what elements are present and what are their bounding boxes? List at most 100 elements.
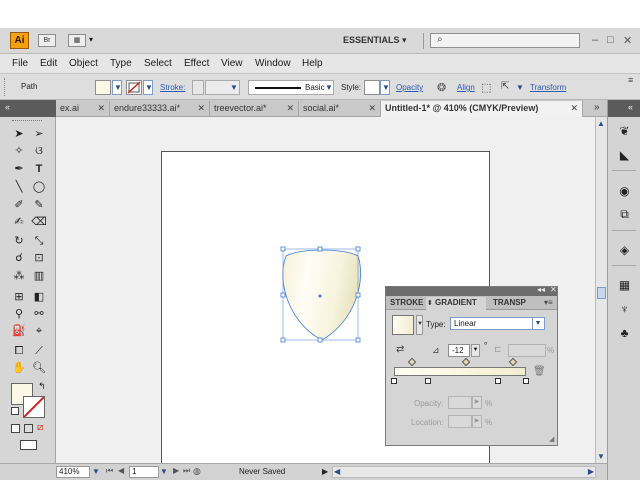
fill-swatch[interactable] (95, 80, 111, 95)
angle-field[interactable]: -12 (448, 344, 470, 357)
graphic-style-swatch[interactable] (364, 80, 380, 95)
menu-window[interactable]: Window (255, 58, 291, 69)
fill-dropdown[interactable]: ▼ (112, 80, 122, 95)
blend-tool-icon[interactable]: ⚯ (31, 307, 47, 321)
reverse-gradient-icon[interactable]: ⇄ (396, 344, 404, 355)
gradient-slider[interactable] (394, 367, 526, 376)
brush-definition-dropdown[interactable]: Basic ▼ (248, 80, 334, 95)
menu-effect[interactable]: Effect (184, 58, 209, 69)
opacity-label[interactable]: Opacity (396, 83, 423, 92)
color-stop[interactable] (495, 378, 501, 384)
search-input[interactable]: ⌕ (430, 33, 580, 48)
close-icon[interactable]: ✕ (550, 285, 557, 294)
zoom-tool-icon[interactable]: 🔍︎ (31, 361, 47, 375)
scroll-down-icon[interactable]: ▼ (597, 452, 605, 461)
bounding-handle[interactable] (355, 337, 361, 343)
collapse-icon[interactable]: ◂◂ (537, 285, 545, 294)
first-artboard-icon[interactable]: ⏮ (106, 466, 113, 476)
stroke-color-box[interactable] (23, 396, 45, 418)
align-label[interactable]: Align (457, 83, 475, 92)
bounding-handle[interactable] (355, 246, 361, 252)
chevron-down-icon[interactable]: ▼ (230, 83, 238, 92)
swatches-panel-icon[interactable]: ▦ (617, 278, 632, 292)
layers-panel-icon[interactable]: ◈ (617, 243, 632, 257)
artboard-number-field[interactable]: 1 (129, 466, 159, 478)
zoom-field[interactable]: 410% (56, 466, 90, 478)
live-paint-bucket-tool-icon[interactable]: ⛽ (11, 324, 27, 338)
symbol-sprayer-tool-icon[interactable]: ⁂ (11, 269, 27, 283)
tab-social[interactable]: social.ai* ✕ (299, 101, 381, 117)
warp-tool-icon[interactable]: ☌ (11, 251, 27, 265)
transform-grid-icon[interactable]: ⬚ (481, 81, 491, 94)
tab-gradient[interactable]: GRADIENT (426, 297, 486, 310)
gradient-presets-dropdown[interactable]: ▼ (416, 315, 423, 335)
artboard-dropdown-icon[interactable]: ▼ (160, 467, 168, 476)
close-icon[interactable]: ✕ (570, 101, 578, 116)
expand-options-icon[interactable]: ⬍ (427, 299, 433, 307)
artboard-tool-icon[interactable]: ⧠ (11, 344, 27, 358)
hand-tool-icon[interactable]: ✋ (11, 361, 27, 375)
color-stop[interactable] (425, 378, 431, 384)
swap-fill-stroke-icon[interactable]: ↰ (38, 381, 46, 392)
vertical-scrollbar[interactable]: ▲ ▼ (595, 117, 607, 463)
horizontal-scrollbar[interactable]: ◀ ▶ (332, 466, 596, 478)
eyedropper-tool-icon[interactable]: ⚲ (11, 307, 27, 321)
stroke-weight-stepper[interactable] (192, 80, 204, 95)
panel-menu-icon[interactable]: ▾≡ (544, 298, 553, 307)
panel-grip[interactable] (4, 78, 7, 96)
angle-dropdown[interactable]: ▼ (471, 344, 480, 357)
tab-stroke[interactable]: STROKE (386, 297, 426, 310)
control-panel-menu-icon[interactable]: ≡ (628, 75, 633, 85)
slice-tool-icon[interactable]: ⟋ (31, 344, 47, 358)
menu-type[interactable]: Type (110, 58, 132, 69)
selected-artwork[interactable] (270, 240, 380, 350)
close-icon[interactable]: ✕ (368, 101, 376, 116)
close-icon[interactable]: ✕ (97, 101, 105, 116)
menu-object[interactable]: Object (69, 58, 98, 69)
tab-untitled-1-active[interactable]: Untitled-1* @ 410% (CMYK/Preview) ✕ (381, 101, 583, 117)
color-stop[interactable] (523, 378, 529, 384)
bounding-handle[interactable] (355, 292, 361, 298)
symbols-panel-icon[interactable]: ♣ (617, 326, 632, 340)
line-tool-icon[interactable]: ╲ (11, 180, 27, 194)
last-artboard-icon[interactable]: ⏭ (183, 466, 190, 476)
rotate-tool-icon[interactable]: ↻ (11, 234, 27, 248)
bounding-handle[interactable] (280, 337, 286, 343)
recolor-artwork-icon[interactable]: ❂ (437, 81, 446, 94)
expand-icon[interactable]: « (628, 102, 633, 112)
menu-view[interactable]: View (221, 58, 243, 69)
close-icon[interactable]: ✕ (197, 101, 205, 116)
chevron-down-icon[interactable]: ▼ (516, 83, 524, 92)
menu-edit[interactable]: Edit (40, 58, 57, 69)
paintbrush-tool-icon[interactable]: ✐ (11, 198, 27, 212)
next-artboard-icon[interactable]: ▶ (173, 466, 179, 475)
scale-tool-icon[interactable]: ⤡ (31, 234, 47, 248)
ellipse-tool-icon[interactable]: ◯ (31, 180, 47, 194)
status-menu-icon[interactable]: ▶ (322, 467, 328, 476)
lasso-tool-icon[interactable]: ଓ (31, 144, 47, 158)
selection-tool-icon[interactable]: ➤ (11, 127, 27, 141)
gradient-mode-icon[interactable] (24, 424, 33, 433)
blob-brush-tool-icon[interactable]: ✍ (11, 215, 27, 229)
tab-treevector[interactable]: treevector.ai* ✕ (210, 101, 299, 117)
stroke-label[interactable]: Stroke: (160, 83, 185, 92)
scroll-right-icon[interactable]: ▶ (588, 467, 594, 476)
scroll-left-icon[interactable]: ◀ (334, 467, 340, 476)
type-tool-icon[interactable]: T (31, 162, 47, 176)
mesh-tool-icon[interactable]: ⊞ (11, 290, 27, 304)
magic-wand-tool-icon[interactable]: ✧ (11, 144, 27, 158)
bounding-handle[interactable] (280, 246, 286, 252)
brushes-panel-icon[interactable]: ♆ (617, 302, 632, 316)
menu-select[interactable]: Select (144, 58, 172, 69)
menu-file[interactable]: File (12, 58, 28, 69)
bridge-icon[interactable]: Br (38, 34, 56, 47)
arrange-dropdown-icon[interactable]: ▾ (89, 35, 93, 44)
color-mode-icon[interactable] (11, 424, 20, 433)
scroll-thumb[interactable] (597, 287, 606, 299)
tab-transparency[interactable]: TRANSP (489, 297, 529, 310)
close-icon[interactable]: ✕ (286, 101, 294, 116)
color-stop[interactable] (391, 378, 397, 384)
style-dropdown[interactable]: ▼ (380, 80, 390, 95)
stroke-swatch[interactable] (126, 80, 142, 95)
midpoint-diamond[interactable] (407, 357, 417, 367)
